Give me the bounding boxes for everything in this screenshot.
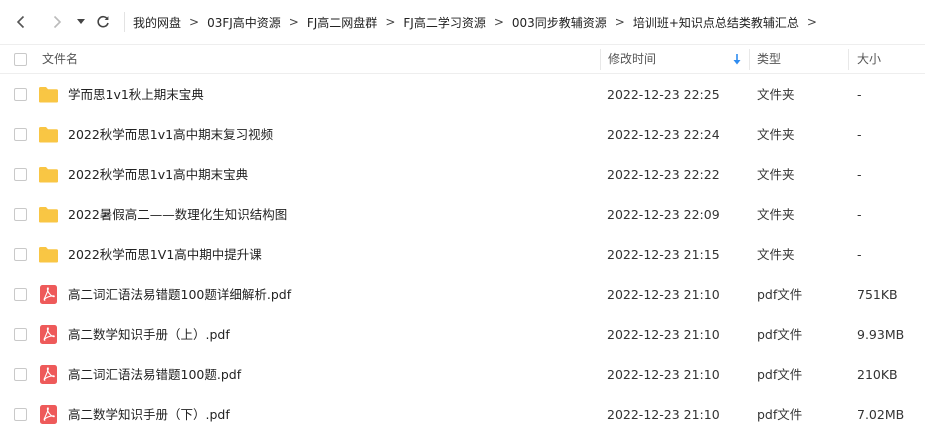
file-name[interactable]: 2022秋学而思1v1高中期末宝典: [68, 155, 248, 195]
breadcrumb-item[interactable]: 03FJ高中资源: [207, 14, 281, 31]
file-row[interactable]: 2022暑假高二——数理化生知识结构图 2022-12-23 22:09 文件夹 -: [0, 195, 925, 235]
file-row[interactable]: 学而思1v1秋上期末宝典 2022-12-23 22:25 文件夹 -: [0, 75, 925, 115]
column-header-size[interactable]: 大小: [857, 45, 881, 74]
file-name[interactable]: 学而思1v1秋上期末宝典: [68, 75, 204, 115]
folder-icon: [39, 87, 58, 103]
breadcrumb-separator: >: [493, 15, 504, 29]
file-row[interactable]: 2022秋学而思1V1高中期中提升课 2022-12-23 21:15 文件夹 -: [0, 235, 925, 275]
row-checkbox[interactable]: [14, 408, 27, 421]
folder-icon: [39, 167, 58, 183]
file-name[interactable]: 2022秋学而思1V1高中期中提升课: [68, 235, 262, 275]
file-row[interactable]: 高二数学知识手册（下）.pdf 2022-12-23 21:10 pdf文件 7.02…: [0, 395, 925, 435]
breadcrumb-item-current[interactable]: 培训班+知识点总结类教辅汇总: [633, 14, 799, 31]
file-modified-time: 2022-12-23 22:22: [607, 167, 720, 182]
file-type: 文件夹: [757, 127, 795, 142]
file-modified-time: 2022-12-23 22:24: [607, 127, 720, 142]
caret-down-icon: [77, 19, 85, 24]
folder-icon: [39, 207, 58, 223]
folder-icon: [39, 127, 58, 143]
file-modified-time: 2022-12-23 22:25: [607, 87, 720, 102]
navigation-bar: 我的网盘 > 03FJ高中资源 > FJ高二网盘群 > FJ高二学习资源 > 0…: [0, 0, 925, 44]
breadcrumb-separator: >: [385, 15, 396, 29]
breadcrumb-separator: >: [614, 15, 625, 29]
breadcrumb: 我的网盘 > 03FJ高中资源 > FJ高二网盘群 > FJ高二学习资源 > 0…: [133, 14, 825, 31]
file-modified-time: 2022-12-23 21:10: [607, 327, 720, 342]
forward-button[interactable]: [46, 11, 68, 33]
pdf-icon: [40, 325, 57, 344]
breadcrumb-separator: >: [806, 15, 817, 29]
column-header-modified[interactable]: 修改时间: [608, 45, 656, 74]
row-checkbox[interactable]: [14, 128, 27, 141]
history-dropdown-button[interactable]: [74, 11, 88, 33]
file-size: -: [857, 207, 862, 222]
row-checkbox[interactable]: [14, 88, 27, 101]
breadcrumb-item[interactable]: FJ高二网盘群: [307, 14, 377, 31]
select-all-checkbox[interactable]: [14, 53, 27, 66]
breadcrumb-separator: >: [288, 15, 299, 29]
file-type: pdf文件: [757, 327, 803, 342]
refresh-button[interactable]: [92, 11, 114, 33]
file-name[interactable]: 2022暑假高二——数理化生知识结构图: [68, 195, 287, 235]
file-type: 文件夹: [757, 207, 795, 222]
file-size: -: [857, 247, 862, 262]
file-type: 文件夹: [757, 87, 795, 102]
file-modified-time: 2022-12-23 21:10: [607, 367, 720, 382]
chevron-right-icon: [53, 15, 62, 29]
file-size: -: [857, 167, 862, 182]
file-name[interactable]: 高二数学知识手册（上）.pdf: [68, 315, 230, 355]
sort-descending-icon[interactable]: [733, 54, 741, 65]
file-size: 9.93MB: [857, 327, 905, 342]
file-type: pdf文件: [757, 367, 803, 382]
row-checkbox[interactable]: [14, 208, 27, 221]
file-size: 751KB: [857, 287, 898, 302]
file-name[interactable]: 高二数学知识手册（下）.pdf: [68, 395, 230, 435]
refresh-icon: [97, 15, 109, 28]
file-size: -: [857, 127, 862, 142]
chevron-left-icon: [16, 15, 25, 29]
file-row[interactable]: 高二数学知识手册（上）.pdf 2022-12-23 21:10 pdf文件 9.93…: [0, 315, 925, 355]
pdf-icon: [40, 285, 57, 304]
file-name[interactable]: 高二词汇语法易错题100题详细解析.pdf: [68, 275, 291, 315]
file-modified-time: 2022-12-23 22:09: [607, 207, 720, 222]
file-type: pdf文件: [757, 407, 803, 422]
file-row[interactable]: 高二词汇语法易错题100题详细解析.pdf 2022-12-23 21:10 pdf…: [0, 275, 925, 315]
breadcrumb-item[interactable]: FJ高二学习资源: [403, 14, 485, 31]
row-checkbox[interactable]: [14, 288, 27, 301]
breadcrumb-item[interactable]: 我的网盘: [133, 14, 181, 31]
file-row[interactable]: 2022秋学而思1v1高中期末复习视频 2022-12-23 22:24 文件夹 -: [0, 115, 925, 155]
column-divider: [749, 49, 750, 70]
file-name[interactable]: 高二词汇语法易错题100题.pdf: [68, 355, 241, 395]
column-divider: [600, 49, 601, 70]
file-type: 文件夹: [757, 167, 795, 182]
file-row[interactable]: 高二词汇语法易错题100题.pdf 2022-12-23 21:10 pdf文件 21…: [0, 355, 925, 395]
file-modified-time: 2022-12-23 21:10: [607, 287, 720, 302]
column-header-name[interactable]: 文件名: [42, 45, 78, 74]
file-size: -: [857, 87, 862, 102]
breadcrumb-item[interactable]: 003同步教辅资源: [512, 14, 607, 31]
file-size: 7.02MB: [857, 407, 905, 422]
file-list-header: 文件名 修改时间 类型 大小: [0, 44, 925, 74]
toolbar-divider: [124, 12, 125, 32]
pdf-icon: [40, 405, 57, 424]
file-size: 210KB: [857, 367, 898, 382]
row-checkbox[interactable]: [14, 168, 27, 181]
breadcrumb-separator: >: [189, 15, 200, 29]
file-modified-time: 2022-12-23 21:15: [607, 247, 720, 262]
back-button[interactable]: [10, 11, 32, 33]
file-type: 文件夹: [757, 247, 795, 262]
column-header-type[interactable]: 类型: [757, 45, 781, 74]
row-checkbox[interactable]: [14, 248, 27, 261]
file-name[interactable]: 2022秋学而思1v1高中期末复习视频: [68, 115, 273, 155]
row-checkbox[interactable]: [14, 368, 27, 381]
row-checkbox[interactable]: [14, 328, 27, 341]
file-row[interactable]: 2022秋学而思1v1高中期末宝典 2022-12-23 22:22 文件夹 -: [0, 155, 925, 195]
file-type: pdf文件: [757, 287, 803, 302]
file-modified-time: 2022-12-23 21:10: [607, 407, 720, 422]
column-divider: [848, 49, 849, 70]
pdf-icon: [40, 365, 57, 384]
folder-icon: [39, 247, 58, 263]
